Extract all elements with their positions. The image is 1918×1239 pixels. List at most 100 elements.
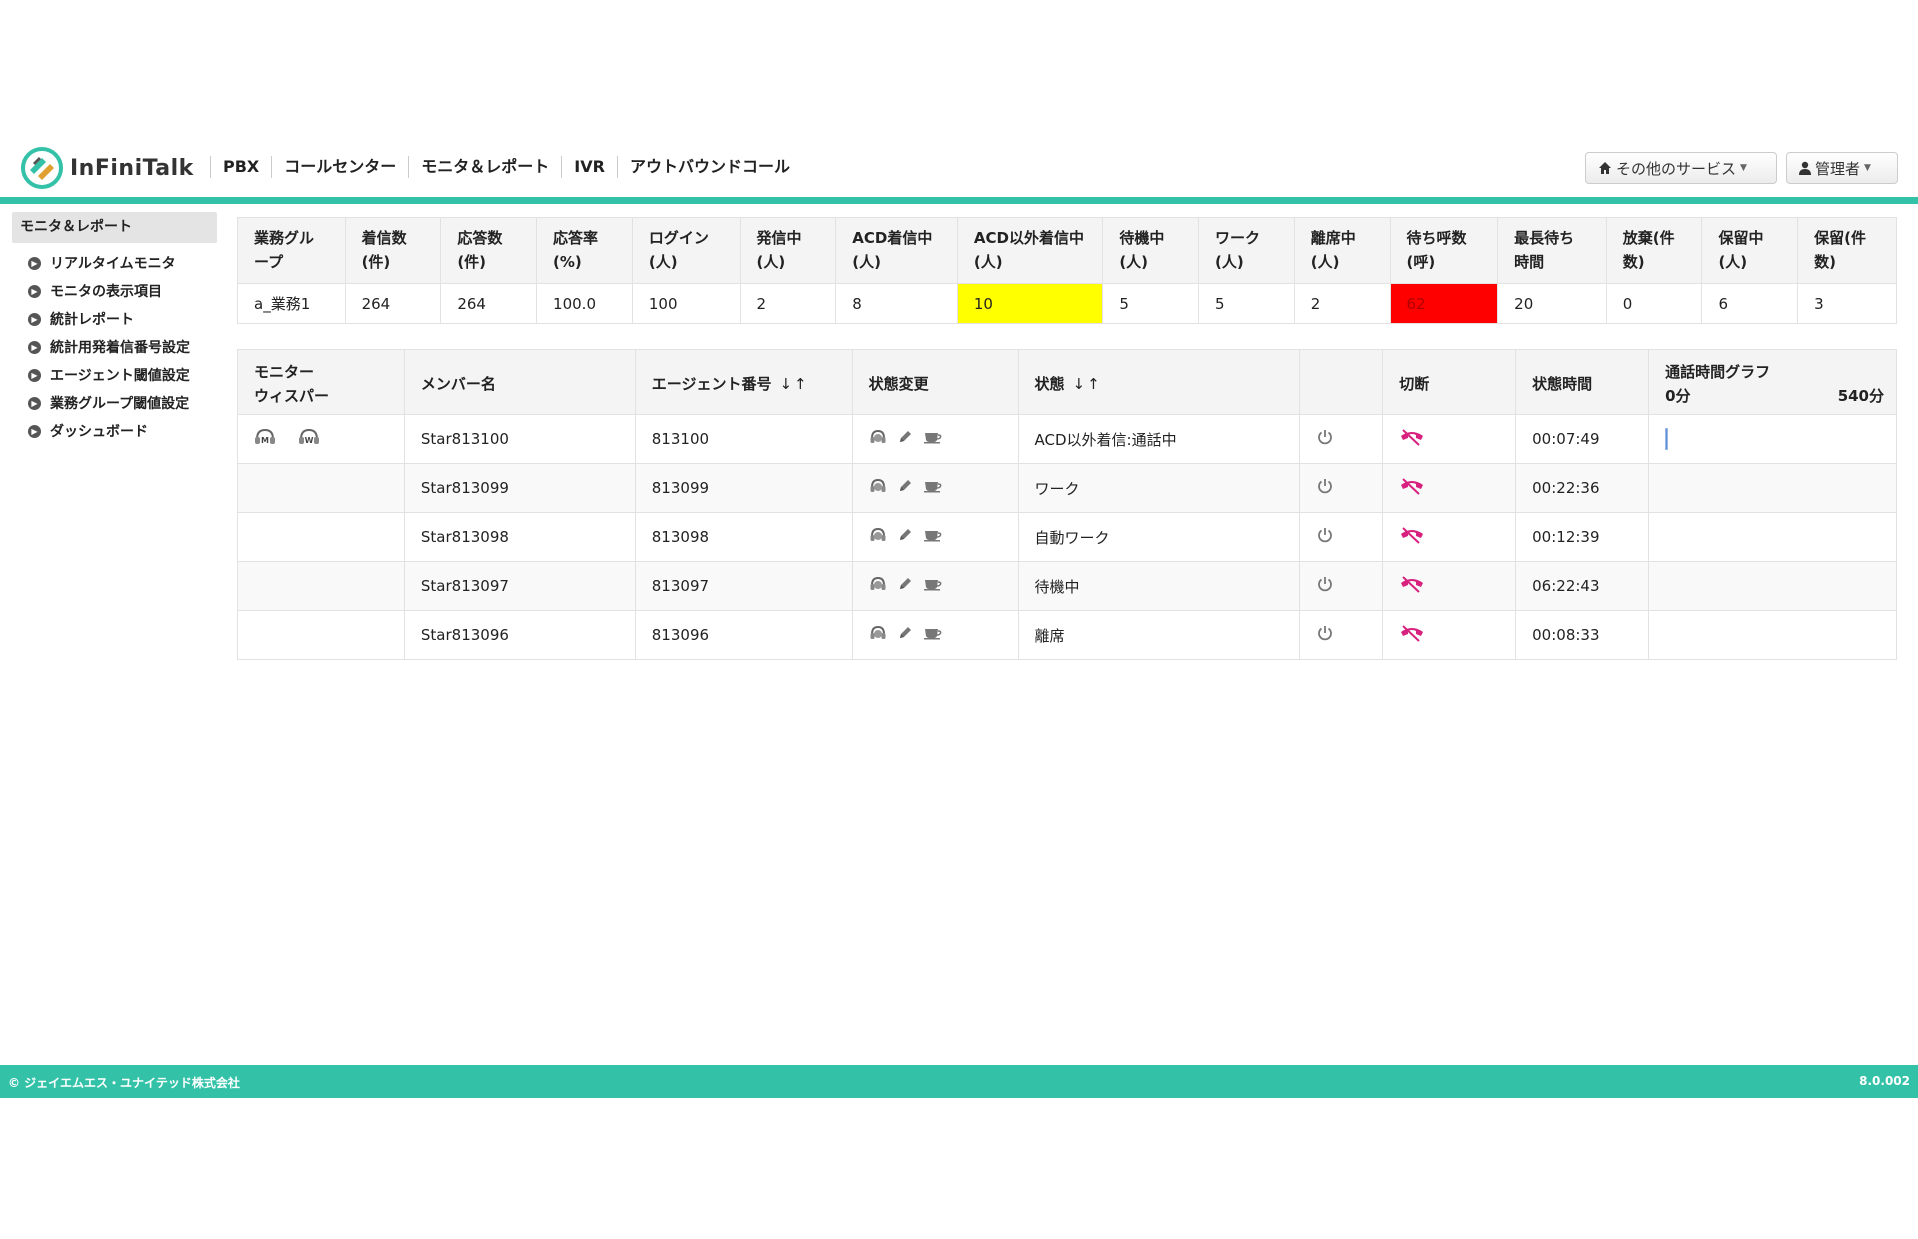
col-monitor-label: モニター [254, 363, 315, 381]
summary-col-header-line1: 待ち呼数 [1406, 229, 1467, 247]
agent-number-cell: 813100 [634, 414, 853, 464]
hangup-phone-icon[interactable] [1399, 428, 1425, 450]
chevron-right-circle-icon: ▶ [28, 312, 41, 326]
summary-col-header-line1: 最長待ち [1514, 229, 1575, 247]
summary-cell: 2 [739, 283, 837, 324]
summary-col-header-line2: (人) [852, 253, 881, 271]
state-time-cell: 00:07:49 [1515, 414, 1650, 464]
nav-outbound-call[interactable]: アウトバウンドコール [616, 156, 802, 178]
summary-cell: a_業務1 [237, 283, 346, 324]
pencil-icon[interactable] [897, 625, 913, 645]
nav-pbx[interactable]: PBX [210, 156, 271, 178]
sidebar-item-label: リアルタイムモニタ [50, 256, 176, 272]
coffee-cup-icon[interactable] [923, 577, 943, 595]
home-icon [1599, 162, 1611, 174]
summary-col-header-line2: (件) [457, 253, 487, 271]
summary-col-header-line2: (人) [756, 253, 786, 271]
col-whisper-label: ウィスパー [254, 387, 330, 405]
power-icon[interactable] [1316, 624, 1334, 646]
power-icon[interactable] [1316, 477, 1334, 499]
user-icon [1799, 161, 1811, 175]
header-accent-bar [0, 197, 1918, 204]
agent-table-body: M W Star813100 813100 ACD以外着信:通話中 00:07:49 Sta… [237, 414, 1897, 660]
graph-scale-min: 0分 [1665, 387, 1691, 405]
summary-col-header-line2: (呼) [1406, 253, 1436, 271]
table-row: Star813096 813096 離席 00:08:33 [237, 610, 1897, 660]
state-change-cell [851, 610, 1019, 660]
col-disconnect: 切断 [1382, 349, 1517, 415]
member-name-cell: Star813099 [403, 463, 636, 513]
logo-text: InFiniTalk [70, 155, 194, 181]
state-cell: 離席 [1017, 610, 1301, 660]
headset-icon[interactable] [869, 527, 887, 547]
summary-col-header-line2: 数) [1814, 253, 1837, 271]
disconnect-cell [1382, 463, 1517, 513]
summary-cell: 2 [1293, 283, 1391, 324]
disconnect-cell [1382, 414, 1517, 464]
power-icon[interactable] [1316, 575, 1334, 597]
sidebar-item-group-threshold[interactable]: ▶ 業務グループ閾値設定 [12, 389, 217, 417]
col-state: 状態 ↓↑ [1017, 349, 1301, 415]
sidebar-item-stat-number-settings[interactable]: ▶ 統計用発着信番号設定 [12, 333, 217, 361]
sidebar-item-statistics-report[interactable]: ▶ 統計レポート [12, 305, 217, 333]
sort-arrows-icon[interactable]: ↓↑ [779, 375, 808, 393]
summary-col-header-line2: ープ [254, 253, 284, 271]
state-change-cell [851, 414, 1019, 464]
headset-icon[interactable] [869, 478, 887, 498]
state-time-cell: 06:22:43 [1515, 561, 1650, 611]
whisper-headset-icon[interactable]: W [298, 428, 320, 450]
pencil-icon[interactable] [897, 576, 913, 596]
member-name-cell: Star813100 [403, 414, 636, 464]
nav-call-center[interactable]: コールセンター [271, 156, 408, 178]
table-row: Star813099 813099 ワーク 00:22:36 [237, 463, 1897, 513]
member-name-cell: Star813097 [403, 561, 636, 611]
state-time-cell: 00:22:36 [1515, 463, 1650, 513]
col-member-name: メンバー名 [403, 349, 636, 415]
admin-button[interactable]: 管理者 ▼ [1786, 152, 1898, 184]
sidebar-item-agent-threshold[interactable]: ▶ エージェント閾値設定 [12, 361, 217, 389]
power-icon[interactable] [1316, 526, 1334, 548]
summary-col-header: 最長待ち 時間 [1497, 217, 1607, 284]
sidebar: モニタ＆レポート ▶ リアルタイムモニタ ▶ モニタの表示項目 ▶ 統計レポート ▶ 統… [12, 212, 217, 445]
sidebar-item-label: 統計レポート [50, 312, 134, 328]
table-row: M W Star813100 813100 ACD以外着信:通話中 00:07:49 [237, 414, 1897, 464]
logo[interactable]: InFiniTalk [20, 146, 194, 190]
summary-col-header-line2: 数) [1622, 253, 1645, 271]
group-summary-table: 業務グル ープ 着信数 (件) 応答数 (件) 応答率 (%) ログイン (人) 発信中 (人) ACD… [237, 217, 1897, 324]
hangup-phone-icon[interactable] [1399, 526, 1425, 548]
headset-icon[interactable] [869, 576, 887, 596]
headset-icon[interactable] [869, 429, 887, 449]
sidebar-item-realtime-monitor[interactable]: ▶ リアルタイムモニタ [12, 249, 217, 277]
summary-cell: 20 [1497, 283, 1607, 324]
monitor-whisper-cell [237, 610, 405, 660]
state-time-cell: 00:12:39 [1515, 512, 1650, 562]
summary-col-header-line2: (人) [648, 253, 678, 271]
coffee-cup-icon[interactable] [923, 626, 943, 644]
coffee-cup-icon[interactable] [923, 430, 943, 448]
other-services-button[interactable]: その他のサービス ▼ [1585, 152, 1777, 184]
summary-col-header-line1: 応答数 [457, 229, 503, 247]
summary-col-header-line1: 離席中 [1310, 229, 1356, 247]
hangup-phone-icon[interactable] [1399, 575, 1425, 597]
pencil-icon[interactable] [897, 527, 913, 547]
sidebar-item-monitor-display-items[interactable]: ▶ モニタの表示項目 [12, 277, 217, 305]
coffee-cup-icon[interactable] [923, 528, 943, 546]
monitor-headset-icon[interactable]: M [254, 428, 276, 450]
headset-icon[interactable] [869, 625, 887, 645]
summary-col-header: 着信数 (件) [344, 217, 442, 284]
monitor-whisper-cell [237, 463, 405, 513]
hangup-phone-icon[interactable] [1399, 624, 1425, 646]
col-agent-number-label: エージェント番号 [651, 375, 772, 393]
nav-ivr[interactable]: IVR [561, 156, 617, 178]
sidebar-item-dashboard[interactable]: ▶ ダッシュボード [12, 417, 217, 445]
coffee-cup-icon[interactable] [923, 479, 943, 497]
hangup-phone-icon[interactable] [1399, 477, 1425, 499]
chevron-right-circle-icon: ▶ [28, 424, 41, 438]
sort-arrows-icon[interactable]: ↓↑ [1073, 375, 1102, 393]
summary-col-header-line1: 保留(件 [1814, 229, 1867, 247]
pencil-icon[interactable] [897, 478, 913, 498]
other-services-label: その他のサービス [1616, 159, 1737, 178]
pencil-icon[interactable] [897, 429, 913, 449]
nav-monitor-report[interactable]: モニタ＆レポート [408, 156, 561, 178]
power-icon[interactable] [1316, 428, 1334, 450]
